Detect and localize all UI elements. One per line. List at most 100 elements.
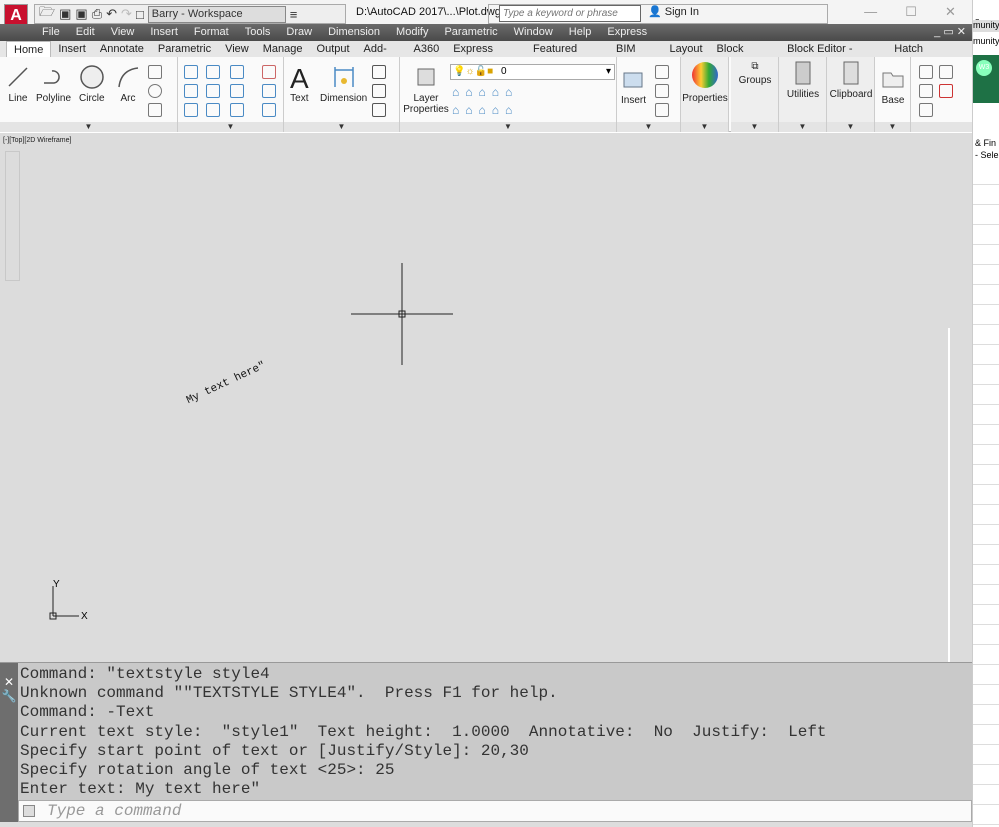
trim-icon[interactable] [230,65,244,79]
array-icon[interactable] [230,103,244,117]
polyline-button[interactable]: Polyline [36,65,71,104]
base-button[interactable]: Base [875,67,911,106]
search-input[interactable] [499,5,641,22]
command-line-handle[interactable]: ✕ 🔧 [0,663,18,823]
menu-modify[interactable]: Modify [396,24,428,41]
menu-help[interactable]: Help [569,24,592,41]
tab-featured-apps[interactable]: Featured Apps [526,41,609,71]
tab-express-tools[interactable]: Express Tools [446,41,526,71]
zoom-icon[interactable] [919,65,933,79]
insert-button[interactable]: Insert [621,67,646,106]
tab-home[interactable]: Home [6,41,52,57]
close-command-line-icon[interactable]: ✕ [0,675,18,689]
menu-file[interactable]: File [42,24,60,41]
line-button[interactable]: Line [6,65,30,104]
tab-layout[interactable]: Layout [663,41,710,57]
arc-button[interactable]: Arc [116,65,140,104]
scale-icon[interactable] [206,103,220,117]
edit-block-icon[interactable] [655,84,669,98]
drawing-area[interactable]: [-][Top][2D Wireframe] [0,133,972,662]
navigate-panel-expand[interactable] [911,122,972,132]
tab-view[interactable]: View [218,41,256,57]
navigation-bar[interactable] [5,151,20,281]
menu-draw[interactable]: Draw [286,24,312,41]
undo-icon[interactable]: ↶ [106,6,117,22]
annotation-panel-expand[interactable]: ▼ [284,122,399,132]
layer-dropdown[interactable]: 💡☼🔓■ 0 ▾ [450,64,615,80]
menu-format[interactable]: Format [194,24,229,41]
explode-icon[interactable] [262,84,276,98]
zoom-extents-icon[interactable] [919,84,933,98]
sign-in-button[interactable]: 👤 Sign In [648,5,699,18]
plot-icon[interactable]: ⎙ [92,6,102,22]
maximize-icon[interactable]: ☐ [905,4,917,20]
groups-panel[interactable]: ⧉ Groups ▼ [731,57,779,132]
close-icon[interactable]: ✕ [945,4,956,20]
view-panel-expand[interactable]: ▼ [875,122,910,132]
customize-icon[interactable]: 🔧 [0,689,18,703]
move-icon[interactable] [184,65,198,79]
block-panel-expand[interactable]: ▼ [617,122,680,132]
groups-panel-expand[interactable]: ▼ [731,122,778,132]
workspace-dropdown[interactable]: Barry - Workspace [147,5,286,23]
utilities-panel-expand[interactable]: ▼ [779,122,826,132]
mirror-icon[interactable] [206,84,220,98]
circle-button[interactable]: Circle [79,65,105,104]
properties-panel-expand[interactable]: ▼ [681,122,728,132]
save-as-icon[interactable]: ▣ [75,6,87,22]
tab-insert[interactable]: Insert [51,41,93,57]
erase-icon[interactable] [262,65,276,79]
tab-hatch-creation[interactable]: Hatch Creation [887,41,972,71]
menu-insert[interactable]: Insert [150,24,178,41]
draw-panel-expand[interactable]: ▼ [0,122,177,132]
layers-panel-expand[interactable]: ▼ [400,122,616,132]
rectangle-icon[interactable] [148,65,162,79]
minimize-icon[interactable]: — [864,4,877,20]
tab-add-ins[interactable]: Add-ins [357,41,407,71]
menu-edit[interactable]: Edit [76,24,95,41]
clipboard-button[interactable]: Clipboard [827,61,875,100]
rotate-icon[interactable] [206,65,220,79]
leader-icon[interactable] [372,84,386,98]
tab-bim-360[interactable]: BIM 360 [609,41,663,71]
command-prompt-icon[interactable] [23,805,35,817]
tab-parametric[interactable]: Parametric [151,41,218,57]
menu-window[interactable]: Window [514,24,553,41]
attribute-icon[interactable] [655,103,669,117]
tab-a360[interactable]: A360 [407,41,447,57]
command-input[interactable]: Type a command [18,800,972,822]
document-window-controls[interactable]: _ ▭ ✕ [934,24,966,41]
dimension-button[interactable]: Dimension [320,65,367,104]
utilities-button[interactable]: Utilities [779,61,827,100]
tab-output[interactable]: Output [310,41,357,57]
application-menu-button[interactable]: A [4,4,28,26]
clipboard-panel-expand[interactable]: ▼ [827,122,874,132]
menu-dimension[interactable]: Dimension [328,24,380,41]
customize-qat-icon[interactable]: ≡ [290,7,298,22]
save-icon[interactable]: ▣ [59,6,71,22]
copy-icon[interactable] [184,84,198,98]
tab-block-editor[interactable]: Block Editor [710,41,781,71]
zoom-window-icon[interactable] [939,65,953,79]
properties-panel[interactable]: Properties ▼ [681,57,729,132]
table-icon[interactable] [372,103,386,117]
snap-icon[interactable] [939,84,953,98]
create-block-icon[interactable] [655,65,669,79]
viewport-controls[interactable]: [-][Top][2D Wireframe] [3,137,71,144]
text-button[interactable]: A Text [290,63,309,104]
tab-block-editor-close[interactable]: Block Editor - Close [780,41,887,71]
hatch-icon[interactable] [148,84,162,98]
linear-dimension-icon[interactable] [372,65,386,79]
menu-parametric[interactable]: Parametric [444,24,497,41]
utilities-panel[interactable]: Utilities ▼ [779,57,827,132]
offset-icon[interactable] [262,103,276,117]
layer-properties-button[interactable]: Layer Properties [402,65,450,115]
menu-tools[interactable]: Tools [245,24,271,41]
open-icon[interactable]: 🗁 [39,3,55,25]
layer-tools-row2[interactable]: ⌂⌂⌂⌂⌂ [452,103,518,117]
menu-view[interactable]: View [111,24,135,41]
redo-icon[interactable]: ↷ [121,6,132,22]
stretch-icon[interactable] [184,103,198,117]
tab-annotate[interactable]: Annotate [93,41,151,57]
tab-manage[interactable]: Manage [256,41,310,57]
